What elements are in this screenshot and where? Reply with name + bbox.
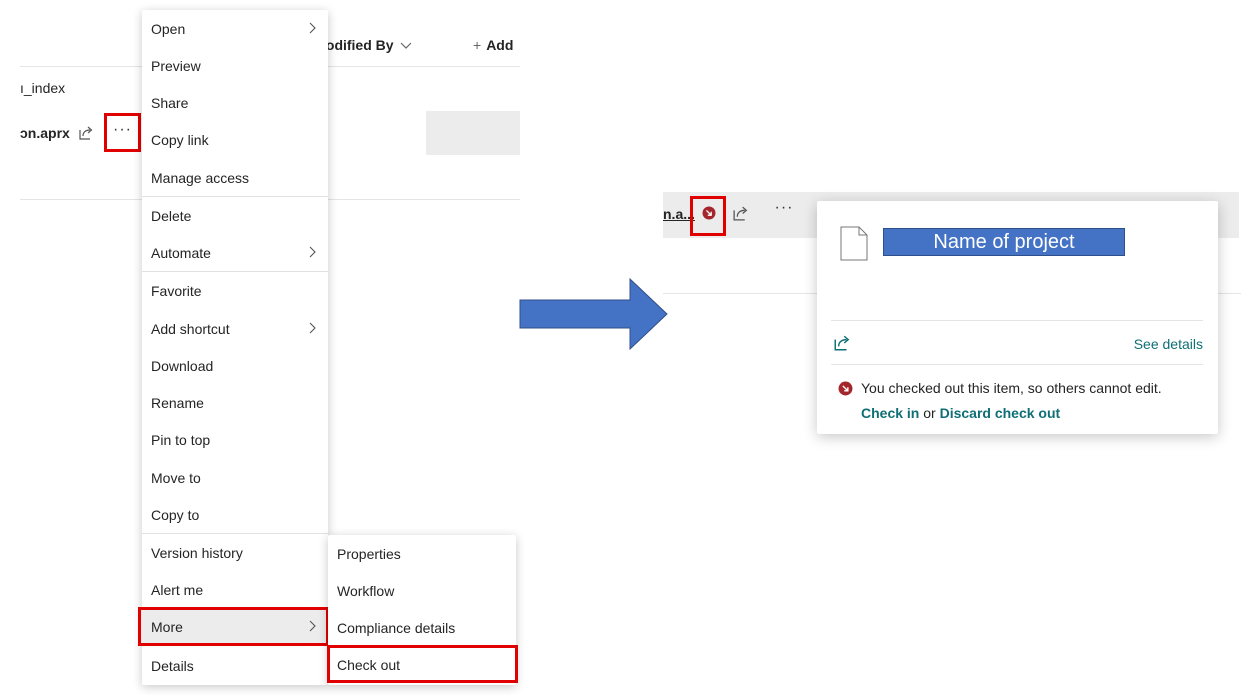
file-name-text: ɔn.aprx (20, 125, 70, 141)
menu-item-favorite[interactable]: Favorite (142, 272, 328, 309)
chevron-right-icon (309, 246, 316, 258)
checkout-message-text: You checked out this item, so others can… (861, 380, 1162, 396)
more-actions-button[interactable]: ··· (104, 113, 141, 152)
chevron-right-icon (309, 22, 316, 34)
or-text: or (923, 405, 936, 421)
check-in-link[interactable]: Check in (861, 405, 919, 421)
menu-item-manage-access[interactable]: Manage access (142, 159, 328, 196)
submenu-item-properties[interactable]: Properties (328, 535, 516, 572)
document-icon (840, 226, 868, 261)
right-share-icon[interactable] (730, 202, 750, 224)
menu-item-label: Alert me (151, 581, 204, 598)
menu-item-label: Add shortcut (151, 320, 230, 337)
menu-item-add-shortcut[interactable]: Add shortcut (142, 310, 328, 347)
submenu-item-workflow[interactable]: Workflow (328, 572, 516, 609)
menu-item-version-history[interactable]: Version history (142, 534, 328, 571)
menu-item-copy-link[interactable]: Copy link (142, 121, 328, 158)
menu-item-details[interactable]: Details (142, 647, 328, 684)
selected-row-background (426, 111, 520, 155)
share-icon[interactable] (76, 122, 96, 144)
checkout-actions: Check in or Discard check out (861, 405, 1060, 421)
menu-item-automate[interactable]: Automate (142, 234, 328, 271)
more-highlight-box (138, 607, 329, 646)
ellipsis-icon: ··· (774, 199, 794, 216)
submenu-item-label: Properties (337, 545, 401, 562)
menu-item-copy-to[interactable]: Copy to (142, 496, 328, 533)
menu-item-label: Copy link (151, 131, 209, 148)
menu-item-label: Download (151, 357, 214, 374)
plus-icon: + (473, 37, 482, 53)
menu-item-label: Details (151, 657, 194, 674)
menu-item-label: Manage access (151, 169, 250, 186)
add-column-button[interactable]: + Add (473, 30, 513, 60)
submenu-item-label: Workflow (337, 582, 395, 599)
menu-item-label: Pin to top (151, 431, 211, 448)
card-divider (831, 364, 1203, 365)
column-header-label: lodified By (322, 37, 394, 53)
checked-out-icon[interactable] (702, 206, 716, 220)
card-divider (831, 320, 1203, 321)
see-details-text: See details (1133, 336, 1203, 352)
list-item[interactable]: ı_index (20, 80, 65, 96)
see-details-link[interactable]: See details (1134, 336, 1203, 352)
chevron-right-icon (309, 322, 316, 334)
file-hover-card: Name of project See details You checked … (817, 201, 1218, 434)
menu-item-share[interactable]: Share (142, 84, 328, 121)
context-menu: Open Preview Share Copy link Manage acce… (142, 10, 328, 685)
menu-item-preview[interactable]: Preview (142, 47, 328, 84)
menu-item-open[interactable]: Open (142, 10, 328, 47)
right-more-actions-button[interactable]: ··· (772, 199, 796, 222)
discard-check-out-link[interactable]: Discard check out (940, 405, 1061, 421)
add-column-label: Add (486, 37, 514, 53)
check-out-highlight-box (327, 645, 518, 683)
menu-item-pin-to-top[interactable]: Pin to top (142, 421, 328, 458)
menu-item-delete[interactable]: Delete (142, 197, 328, 234)
menu-item-label: Open (151, 20, 186, 37)
checkout-message: You checked out this item, so others can… (861, 380, 1162, 396)
menu-item-label: Automate (151, 244, 211, 261)
menu-item-label: Move to (151, 469, 201, 486)
menu-item-label: Share (151, 94, 189, 111)
menu-item-label: Copy to (151, 506, 200, 523)
menu-item-label: Rename (151, 394, 204, 411)
submenu-item-label: Compliance details (337, 619, 456, 636)
share-icon[interactable] (833, 334, 851, 352)
menu-item-label: Version history (151, 544, 243, 561)
column-header-modified-by[interactable]: lodified By (322, 30, 412, 60)
menu-item-download[interactable]: Download (142, 347, 328, 384)
list-item-name: ı_index (20, 80, 66, 96)
menu-item-label: Preview (151, 57, 201, 74)
menu-item-rename[interactable]: Rename (142, 384, 328, 421)
menu-item-label: Delete (151, 207, 192, 224)
menu-item-label: Favorite (151, 282, 202, 299)
menu-item-move-to[interactable]: Move to (142, 459, 328, 496)
checked-out-icon (838, 381, 853, 396)
right-arrow-icon (519, 278, 668, 350)
selected-file-name[interactable]: ɔn.aprx (20, 125, 70, 141)
menu-item-alert-me[interactable]: Alert me (142, 571, 328, 608)
project-name-text: Name of project (933, 230, 1075, 253)
project-name-label: Name of project (883, 228, 1125, 256)
chevron-down-icon (400, 42, 411, 49)
ellipsis-icon: ··· (113, 120, 132, 138)
submenu-item-compliance-details[interactable]: Compliance details (328, 609, 516, 646)
